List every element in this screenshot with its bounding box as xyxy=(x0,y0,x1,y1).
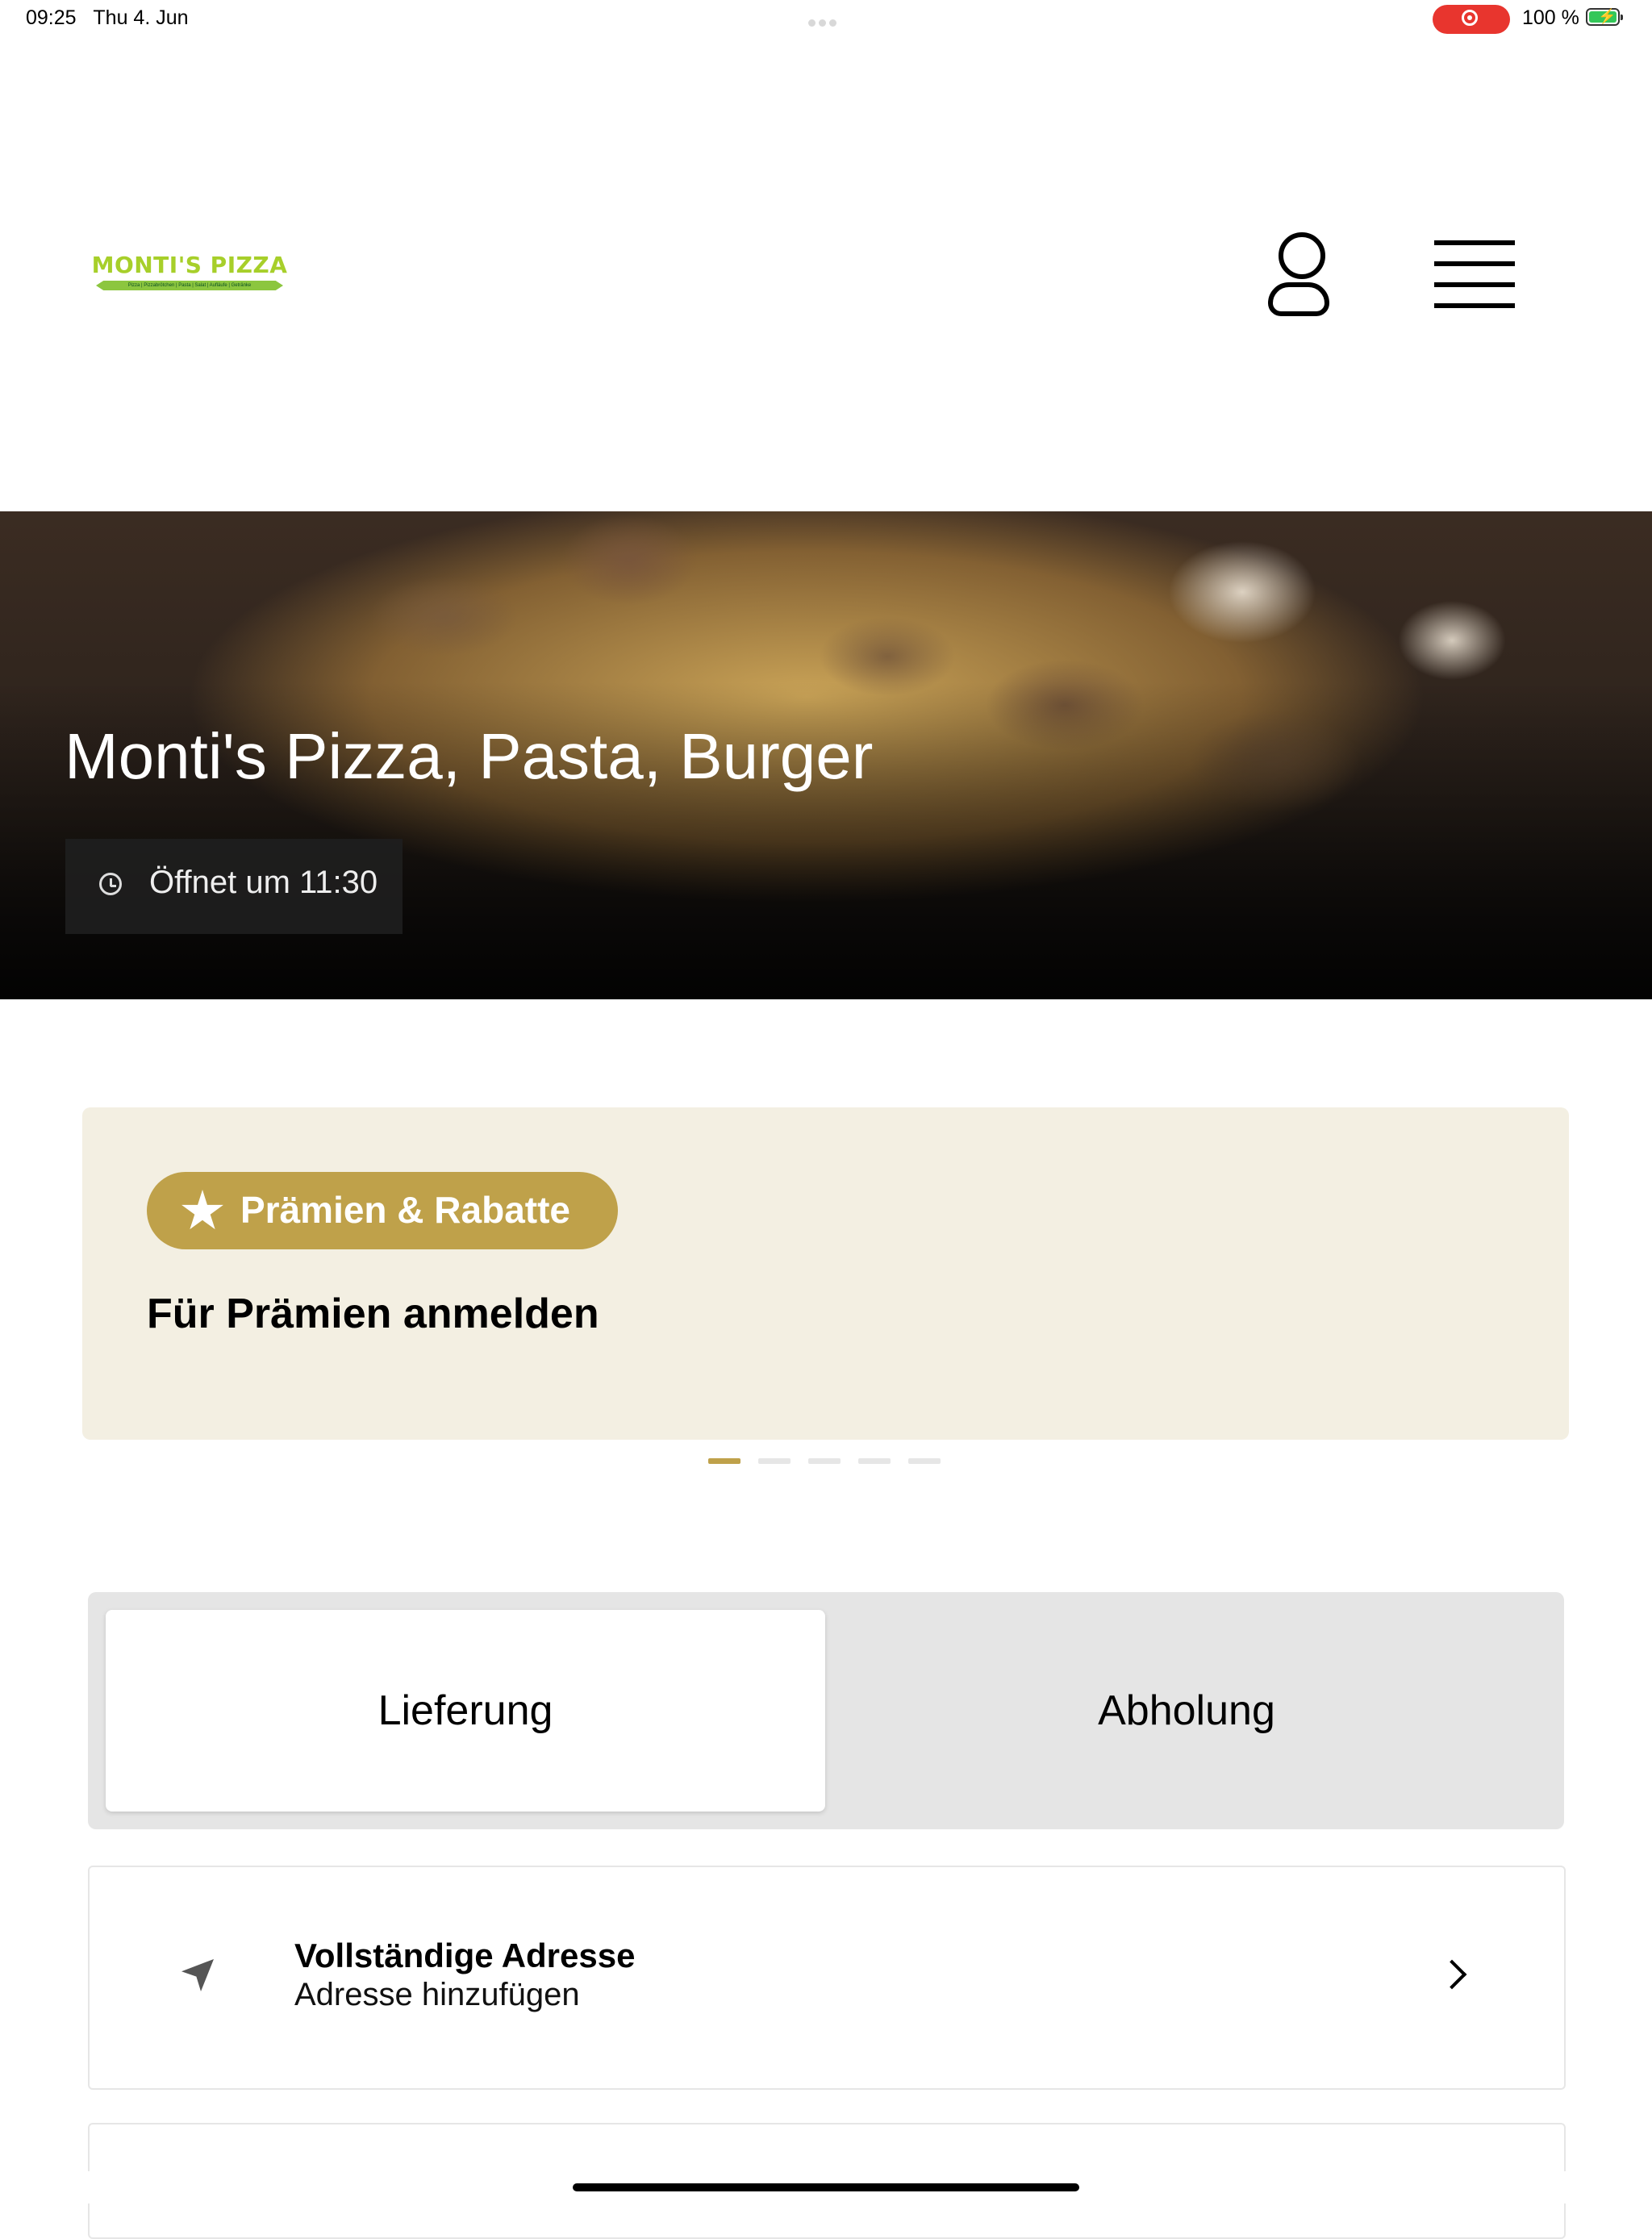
status-time: 09:25 Thu 4. Jun xyxy=(26,6,189,29)
address-row[interactable]: Vollständige Adresse Adresse hinzufügen xyxy=(88,1866,1566,2090)
person-icon-body xyxy=(1268,282,1329,316)
restaurant-logo[interactable]: MONTI'S PIZZA Pizza | Pizzabrötchen | Pa… xyxy=(89,252,290,292)
pager-dot[interactable] xyxy=(858,1458,891,1464)
pager-dot[interactable] xyxy=(708,1458,740,1464)
address-subtitle: Adresse hinzufügen xyxy=(294,1977,580,2012)
screen-recording-indicator[interactable] xyxy=(1433,5,1510,34)
pager-dot[interactable] xyxy=(908,1458,941,1464)
pager-dot[interactable] xyxy=(808,1458,841,1464)
home-indicator[interactable] xyxy=(573,2183,1079,2191)
pager-dot[interactable] xyxy=(758,1458,791,1464)
pickup-option[interactable]: Abholung xyxy=(827,1610,1546,1812)
delivery-option[interactable]: Lieferung xyxy=(106,1610,825,1812)
star-icon xyxy=(181,1190,223,1230)
rewards-badge: Prämien & Rabatte xyxy=(147,1172,618,1249)
order-mode-toggle: Lieferung Abholung xyxy=(88,1592,1564,1829)
battery-charging-icon: ⚡ xyxy=(1586,8,1623,26)
rewards-title: Für Prämien anmelden xyxy=(147,1290,599,1337)
hero-banner: Monti's Pizza, Pasta, Burger Öffnet um 1… xyxy=(0,511,1652,999)
multitasking-dots-icon[interactable] xyxy=(808,16,844,27)
status-bar: 09:25 Thu 4. Jun 100 % ⚡ xyxy=(0,0,1652,48)
address-title: Vollständige Adresse xyxy=(294,1937,636,1974)
logo-wordmark: MONTI'S PIZZA xyxy=(91,252,288,278)
rewards-badge-label: Prämien & Rabatte xyxy=(240,1189,571,1231)
person-icon xyxy=(1279,232,1325,279)
logo-tagline: Pizza | Pizzabrötchen | Pasta | Salat | … xyxy=(96,281,283,290)
opening-hours-text: Öffnet um 11:30 xyxy=(149,865,378,900)
clock-icon xyxy=(99,873,122,895)
battery-percentage: 100 % xyxy=(1522,6,1579,29)
rewards-card[interactable]: Prämien & Rabatte Für Prämien anmelden xyxy=(82,1107,1569,1440)
record-icon xyxy=(1462,10,1478,26)
restaurant-title: Monti's Pizza, Pasta, Burger xyxy=(65,720,874,792)
opening-hours-badge: Öffnet um 11:30 xyxy=(65,839,403,934)
chevron-right-icon xyxy=(1437,1959,1467,1990)
location-arrow-icon xyxy=(181,1959,214,1991)
hamburger-menu-icon[interactable] xyxy=(1434,239,1516,310)
profile-button[interactable] xyxy=(1258,229,1337,319)
